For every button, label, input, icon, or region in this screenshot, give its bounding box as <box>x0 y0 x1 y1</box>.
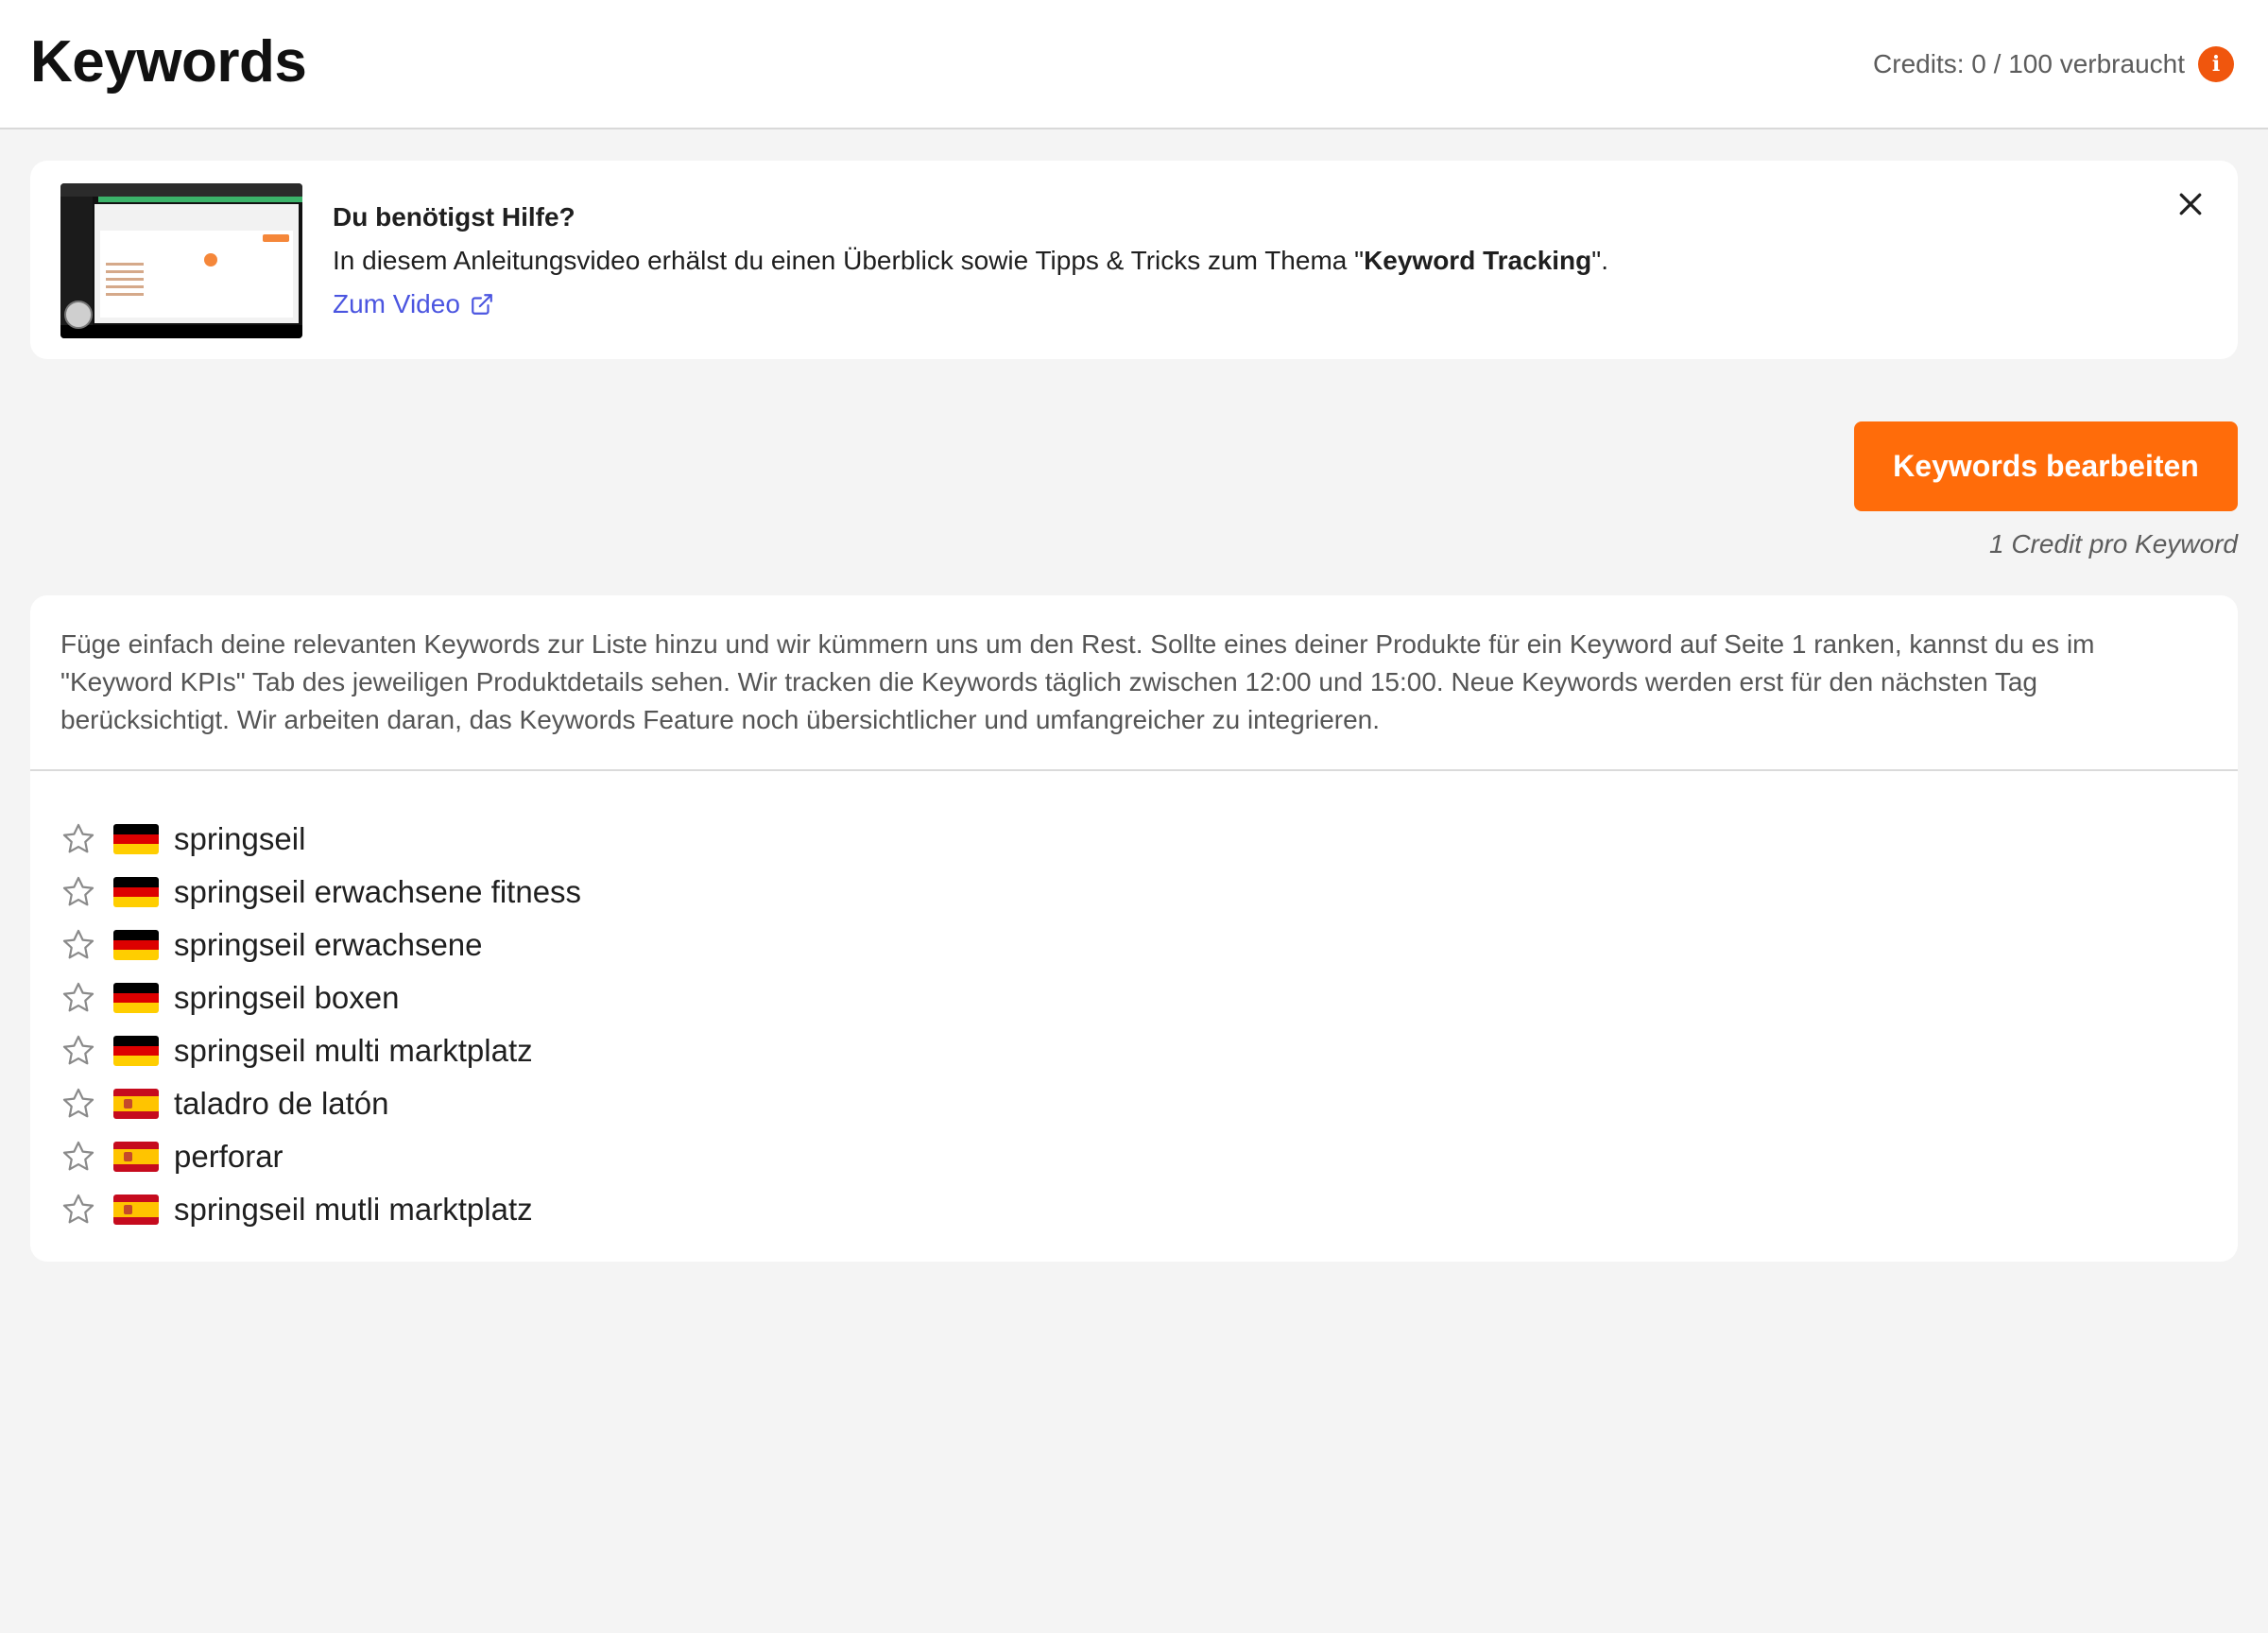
keyword-item: springseil erwachsene fitness <box>60 866 581 919</box>
divider <box>30 769 2238 771</box>
keyword-label: springseil multi marktplatz <box>174 1033 533 1068</box>
star-icon[interactable] <box>60 821 96 857</box>
keyword-label: taladro de latón <box>174 1086 389 1121</box>
thumb-line <box>106 285 144 288</box>
keyword-item: springseil boxen <box>60 971 581 1024</box>
keyword-item: springseil erwachsene <box>60 919 581 971</box>
video-link[interactable]: Zum Video <box>333 289 494 319</box>
keyword-item: taladro de latón <box>60 1077 581 1130</box>
info-icon[interactable]: i <box>2198 46 2234 82</box>
star-icon[interactable] <box>60 1139 96 1175</box>
credits-indicator: Credits: 0 / 100 verbraucht i <box>1873 43 2234 85</box>
star-icon[interactable] <box>60 980 96 1016</box>
help-title: Du benötigst Hilfe? <box>333 202 576 232</box>
flag-germany-icon <box>113 930 159 960</box>
star-icon[interactable] <box>60 874 96 910</box>
thumb-green-bar <box>98 197 302 202</box>
thumb-line <box>106 263 144 266</box>
keyword-label: springseil erwachsene <box>174 927 483 962</box>
thumb-line <box>106 270 144 273</box>
keyword-item: springseil <box>60 813 581 866</box>
keyword-label: springseil boxen <box>174 980 400 1015</box>
video-link-label: Zum Video <box>333 289 460 318</box>
keyword-label: perforar <box>174 1139 284 1174</box>
video-thumbnail[interactable] <box>60 183 302 338</box>
flag-germany-icon <box>113 824 159 854</box>
thumb-browser-bar <box>60 183 302 197</box>
flag-germany-icon <box>113 1036 159 1066</box>
page-header: Keywords Credits: 0 / 100 verbraucht i <box>0 0 2268 129</box>
external-link-icon <box>472 294 492 315</box>
keyword-item: perforar <box>60 1130 581 1183</box>
help-text: In diesem Anleitungsvideo erhälst du ein… <box>333 246 1608 276</box>
flag-spain-icon <box>113 1142 159 1172</box>
flag-germany-icon <box>113 983 159 1013</box>
page-title: Keywords <box>30 29 307 95</box>
help-text-end: ". <box>1591 246 1608 275</box>
keyword-label: springseil mutli marktplatz <box>174 1192 533 1227</box>
credits-text: Credits: 0 / 100 verbraucht <box>1873 49 2185 78</box>
flag-germany-icon <box>113 877 159 907</box>
help-banner: Du benötigst Hilfe? In diesem Anleitungs… <box>30 161 2238 359</box>
credit-note: 1 Credit pro Keyword <box>1988 529 2238 559</box>
thumb-panel <box>100 231 293 318</box>
flag-spain-icon <box>113 1195 159 1225</box>
help-text-topic: Keyword Tracking <box>1364 246 1592 275</box>
flag-spain-icon <box>113 1089 159 1119</box>
keyword-list: springseil springseil erwachsene fitness s… <box>60 813 581 1236</box>
keyword-item: springseil multi marktplatz <box>60 1024 581 1077</box>
keywords-card: Füge einfach deine relevanten Keywords z… <box>30 595 2238 1262</box>
keyword-item: springseil mutli marktplatz <box>60 1183 581 1236</box>
thumb-player-controls <box>60 325 302 338</box>
thumb-orange-button <box>263 234 289 242</box>
thumb-avatar <box>64 301 93 329</box>
keywords-description: Füge einfach deine relevanten Keywords z… <box>60 629 2095 734</box>
thumb-line <box>106 293 144 296</box>
close-icon <box>2179 193 2202 215</box>
thumb-cursor-dot <box>204 253 217 266</box>
star-icon[interactable] <box>60 1033 96 1069</box>
keyword-label: springseil erwachsene fitness <box>174 874 582 909</box>
star-icon[interactable] <box>60 927 96 963</box>
star-icon[interactable] <box>60 1192 96 1228</box>
keyword-label: springseil <box>174 821 306 856</box>
help-text-start: In diesem Anleitungsvideo erhälst du ein… <box>333 246 1365 275</box>
star-icon[interactable] <box>60 1086 96 1122</box>
thumb-line <box>106 278 144 281</box>
close-button[interactable] <box>2170 183 2211 225</box>
edit-keywords-button[interactable]: Keywords bearbeiten <box>1854 421 2238 511</box>
